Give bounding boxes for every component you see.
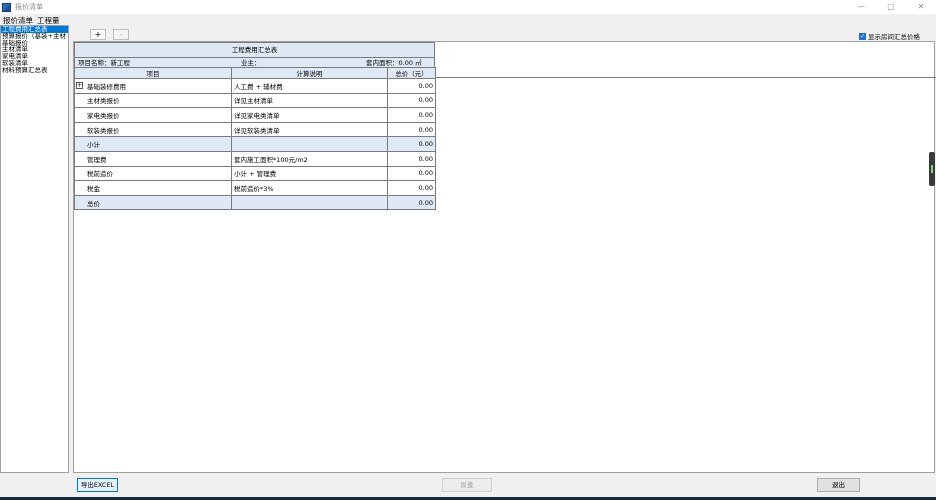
row-total-cell[interactable]: 0.00 — [387, 180, 436, 196]
add-button[interactable]: + — [90, 29, 106, 40]
grand-total-row[interactable]: 总价 0.00 — [74, 194, 436, 211]
cost-summary-table: 项目 计算说明 总价（元） + 基础装修费用 人工费 + 辅材费 0.00 主材… — [74, 67, 436, 211]
row-total-cell[interactable]: 0.00 — [387, 107, 436, 123]
sheet-title: 工程费用汇总表 — [74, 42, 435, 58]
row-item-cell[interactable]: 管理费 — [74, 150, 232, 167]
table-row[interactable]: 税前造价 小计 + 管理费 0.00 — [74, 165, 436, 182]
sidebar-item-base-quote[interactable]: 基础报价 — [1, 40, 68, 47]
row-total-cell[interactable]: 0.00 — [387, 150, 436, 167]
row-item-cell[interactable]: + 基础装修费用 — [74, 78, 232, 94]
close-button[interactable]: ✕ — [906, 0, 936, 14]
row-item-cell[interactable]: 家电类报价 — [74, 107, 232, 123]
column-header-total: 总价（元） — [387, 67, 436, 79]
minimize-button[interactable]: — — [846, 0, 876, 14]
row-item-cell[interactable]: 税前造价 — [74, 165, 232, 182]
row-total-cell[interactable]: 0.00 — [387, 136, 436, 152]
row-total-cell[interactable]: 0.00 — [387, 194, 436, 211]
show-room-total-label: 显示房间汇总价格 — [868, 33, 920, 41]
app-icon — [2, 2, 11, 12]
window-controls: — ▢ ✕ — [846, 0, 936, 14]
row-description-cell[interactable]: 税前造价*3% — [231, 180, 388, 196]
row-description-cell[interactable]: 详见软装类清单 — [231, 121, 388, 138]
review-button[interactable]: 反查 — [442, 478, 492, 492]
sidebar-item-cost-summary[interactable]: 工程费用汇总表 — [1, 26, 68, 33]
restore-button[interactable]: ▢ — [876, 0, 906, 14]
window-title: 报价清单 — [15, 3, 43, 11]
row-description-cell[interactable]: 套内施工面积*100元/m2 — [231, 150, 388, 167]
row-description-cell[interactable] — [231, 136, 388, 152]
table-row[interactable]: 软装类报价 详见软装类清单 0.00 — [74, 121, 436, 138]
sidebar-item-main-materials[interactable]: 主材清单 — [1, 46, 68, 53]
row-total-cell[interactable]: 0.00 — [387, 92, 436, 109]
row-total-cell[interactable]: 0.00 — [387, 165, 436, 182]
title-bar: 报价清单 — ▢ ✕ — [0, 0, 936, 14]
sidebar-item-budget-quote[interactable]: 预算报价（基装+主材 — [1, 33, 68, 40]
table-header-row: 项目 计算说明 总价（元） — [74, 67, 436, 79]
row-total-cell[interactable]: 0.00 — [387, 121, 436, 138]
column-header-item: 项目 — [74, 67, 232, 79]
sidebar-item-soft-furnishing[interactable]: 软装清单 — [1, 60, 68, 67]
expand-plus-icon[interactable]: + — [76, 82, 83, 89]
table-row[interactable]: 主材类报价 详见主材清单 0.00 — [74, 92, 436, 109]
sheet-area: 工程费用汇总表 项目名称：新工程 业主： 套内面积：0.00 ㎡ 项目 计算说明… — [73, 41, 936, 473]
grid-divider — [435, 77, 936, 78]
table-row[interactable]: 家电类报价 详见家电类清单 0.00 — [74, 107, 436, 123]
quit-button[interactable]: 退出 — [817, 478, 860, 492]
side-panel-handle[interactable] — [929, 152, 935, 186]
row-description-cell[interactable]: 小计 + 管理费 — [231, 165, 388, 182]
row-item-cell[interactable]: 软装类报价 — [74, 121, 232, 138]
sidebar: 工程费用汇总表 预算报价（基装+主材 基础报价 主材清单 家电清单 软装清单 材… — [0, 25, 69, 473]
sidebar-item-material-budget[interactable]: 材料预算汇总表 — [1, 67, 68, 74]
export-excel-button[interactable]: 导出EXCEL — [77, 478, 118, 492]
table-row[interactable]: 管理费 套内施工面积*100元/m2 0.00 — [74, 150, 436, 167]
subtotal-row[interactable]: 小计 0.00 — [74, 136, 436, 152]
row-total-cell[interactable]: 0.00 — [387, 78, 436, 94]
remove-button[interactable]: - — [113, 29, 129, 40]
row-description-cell[interactable]: 详见主材清单 — [231, 92, 388, 109]
row-description-cell[interactable]: 详见家电类清单 — [231, 107, 388, 123]
row-item-cell[interactable]: 主材类报价 — [74, 92, 232, 109]
row-description-cell[interactable]: 人工费 + 辅材费 — [231, 78, 388, 94]
sidebar-item-appliances[interactable]: 家电清单 — [1, 53, 68, 60]
show-room-total-option[interactable]: ✓ 显示房间汇总价格 — [859, 31, 920, 41]
row-item-cell[interactable]: 总价 — [74, 194, 232, 211]
column-header-description: 计算说明 — [231, 67, 388, 79]
row-description-cell[interactable] — [231, 194, 388, 211]
table-row[interactable]: 税金 税前造价*3% 0.00 — [74, 180, 436, 196]
table-row[interactable]: + 基础装修费用 人工费 + 辅材费 0.00 — [74, 78, 436, 94]
checkbox-checked-icon[interactable]: ✓ — [859, 32, 866, 40]
row-item-cell[interactable]: 税金 — [74, 180, 232, 196]
row-item-cell[interactable]: 小计 — [74, 136, 232, 152]
